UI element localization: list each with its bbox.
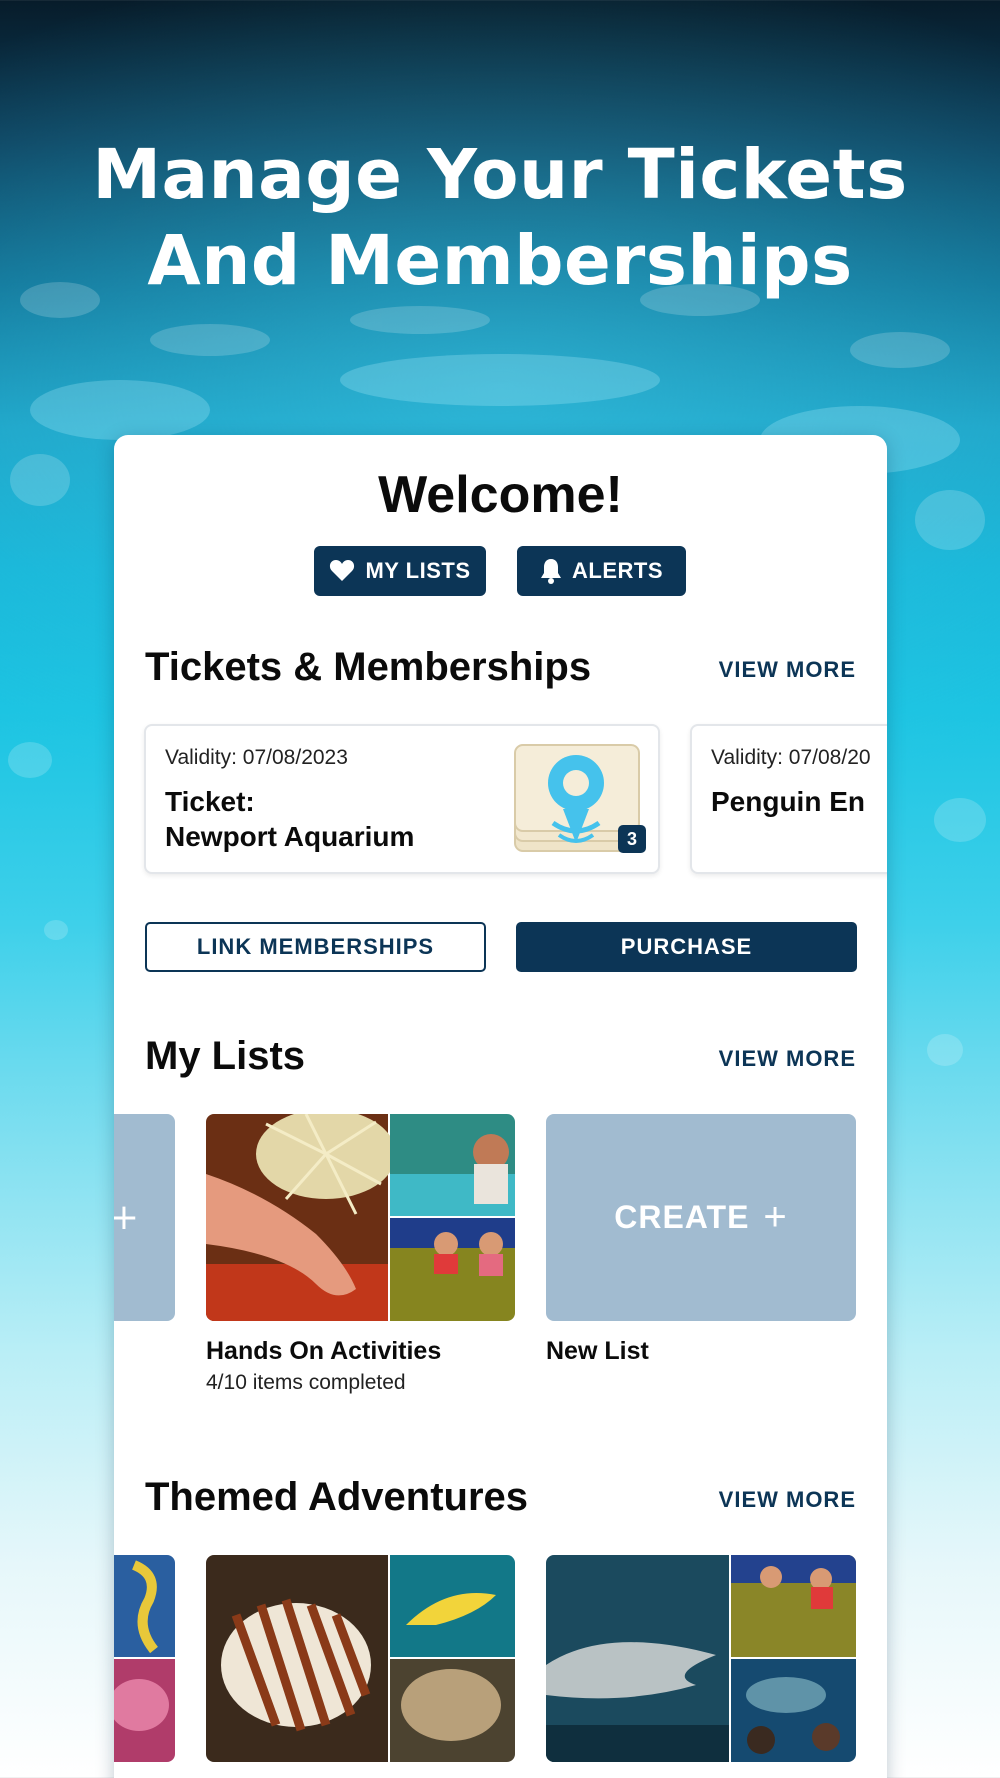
create-list-button[interactable]: CREATE + bbox=[546, 1114, 856, 1321]
tickets-view-more-link[interactable]: VIEW MORE bbox=[719, 657, 856, 683]
phone-app-card: Welcome! MY LISTS ALERTS Tickets & Membe… bbox=[114, 435, 887, 1778]
welcome-title: Welcome! bbox=[378, 466, 623, 524]
ticket-name-line2: Newport Aquarium bbox=[165, 821, 415, 852]
heart-icon bbox=[330, 560, 355, 581]
ticket-name: Penguin En bbox=[711, 784, 887, 819]
plus-icon: + bbox=[763, 1195, 788, 1239]
alerts-button[interactable]: ALERTS bbox=[517, 546, 686, 596]
tickets-section-title: Tickets & Memberships bbox=[145, 645, 592, 689]
link-memberships-button[interactable]: LINK MEMBERSHIPS bbox=[145, 922, 486, 972]
seahorse-collage-image bbox=[114, 1555, 175, 1762]
purchase-button[interactable]: PURCHASE bbox=[516, 922, 857, 972]
themed-view-more-link[interactable]: VIEW MORE bbox=[719, 1487, 856, 1513]
ticket-name-line1: Penguin En bbox=[711, 786, 865, 817]
list-title: Hands On Activities bbox=[206, 1337, 442, 1365]
my-lists-button[interactable]: MY LISTS bbox=[314, 546, 486, 596]
hero-title: Manage Your Tickets And Memberships bbox=[0, 132, 1000, 304]
bell-icon bbox=[541, 559, 561, 584]
ticket-card[interactable]: Validity: 07/08/2023 Ticket: Newport Aqu… bbox=[144, 724, 660, 874]
themed-tile-shark[interactable] bbox=[546, 1555, 856, 1762]
shark-collage-image bbox=[546, 1555, 856, 1762]
plus-icon: + bbox=[114, 1197, 139, 1238]
ticket-validity: Validity: 07/08/20 bbox=[711, 746, 871, 769]
ticket-card[interactable]: Validity: 07/08/20 Penguin En bbox=[690, 724, 887, 874]
hero-title-line1: Manage Your Tickets bbox=[92, 135, 908, 215]
lionfish-collage-image bbox=[206, 1555, 515, 1762]
list-tile-hands-on[interactable] bbox=[206, 1114, 515, 1321]
my-lists-section-title: My Lists bbox=[145, 1034, 306, 1078]
ticket-name: Ticket: Newport Aquarium bbox=[165, 784, 495, 854]
hero-title-line2: And Memberships bbox=[147, 221, 853, 301]
lists-view-more-link[interactable]: VIEW MORE bbox=[719, 1046, 856, 1072]
alerts-label: ALERTS bbox=[572, 558, 663, 583]
themed-tile-lionfish[interactable] bbox=[206, 1555, 515, 1762]
ticket-count-badge: 3 bbox=[618, 825, 646, 853]
create-label: CREATE bbox=[614, 1199, 750, 1235]
ticket-name-line1: Ticket: bbox=[165, 786, 255, 817]
themed-section-title: Themed Adventures bbox=[145, 1475, 529, 1519]
hands-on-collage-image bbox=[206, 1114, 515, 1321]
list-title: New List bbox=[546, 1337, 649, 1365]
list-tile-partial[interactable]: + bbox=[114, 1114, 175, 1321]
ticket-validity: Validity: 07/08/2023 bbox=[165, 746, 348, 769]
list-progress: 4/10 items completed bbox=[206, 1371, 406, 1394]
my-lists-label: MY LISTS bbox=[365, 558, 471, 583]
themed-tile-partial[interactable] bbox=[114, 1555, 175, 1762]
